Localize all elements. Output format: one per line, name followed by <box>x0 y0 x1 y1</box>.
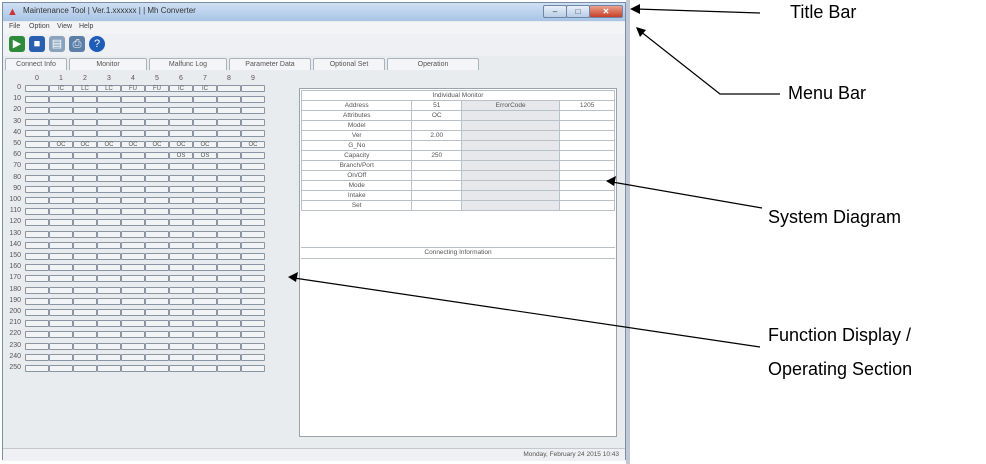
arrow-menu-bar <box>639 30 780 95</box>
arrowhead-system-diagram <box>606 176 616 186</box>
callout-arrows <box>288 4 780 348</box>
callout-operating-section: Operating Section <box>768 359 913 379</box>
callout-title-bar: Title Bar <box>790 2 857 22</box>
arrowhead-menu-bar <box>636 27 646 37</box>
arrowhead-title-bar <box>630 4 640 14</box>
callout-function-display: Function Display / <box>768 325 912 345</box>
arrow-function-display <box>293 277 761 348</box>
arrowhead-function-display <box>288 272 298 282</box>
callout-system-diagram: System Diagram <box>768 207 902 227</box>
arrow-system-diagram <box>611 181 763 209</box>
callout-menu-bar: Menu Bar <box>788 83 867 103</box>
arrow-title-bar <box>635 8 761 14</box>
